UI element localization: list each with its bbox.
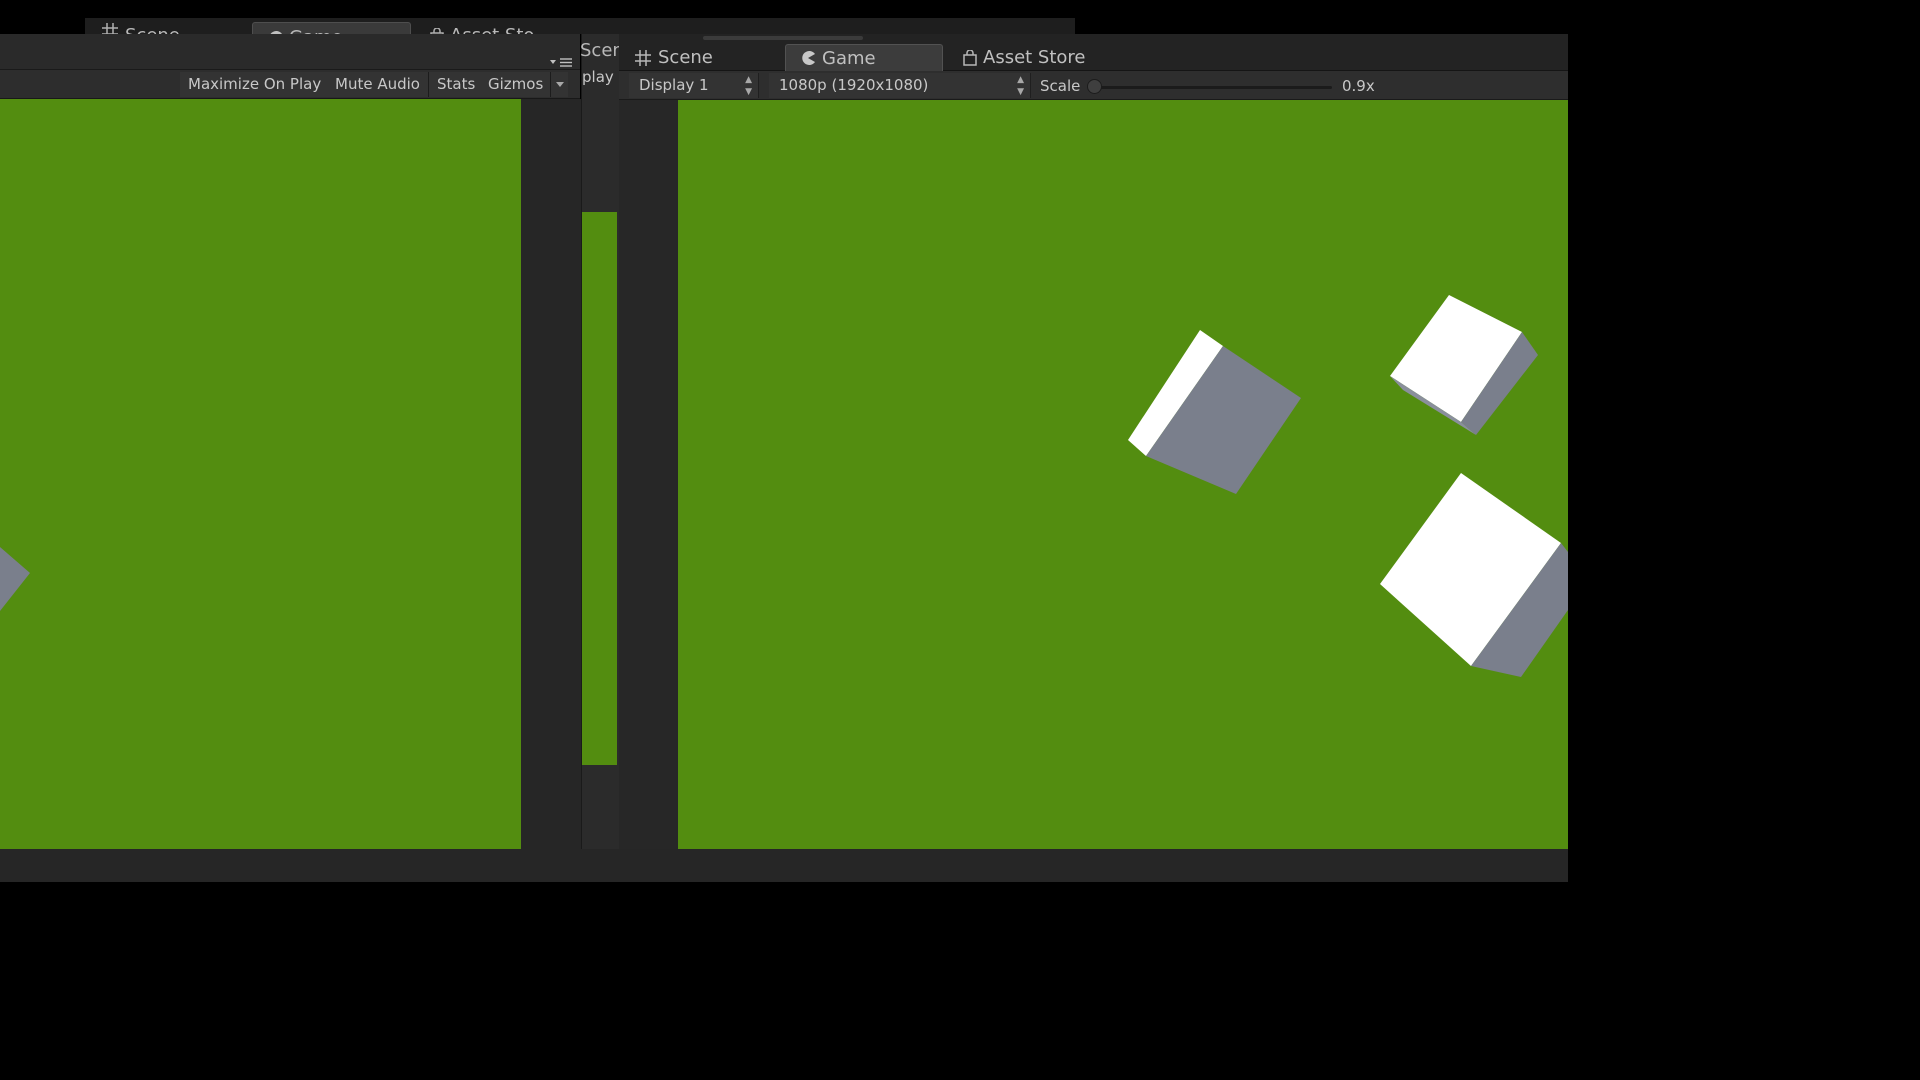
tab-label: Game (822, 47, 876, 69)
resolution-select-value: 1080p (1920x1080) (779, 76, 929, 94)
tab-scene[interactable]: Scene (634, 44, 713, 71)
cube-3 (1380, 473, 1568, 677)
tab-drag-handle[interactable] (703, 36, 863, 40)
tab-label: Scene (658, 47, 713, 68)
resolution-select[interactable]: 1080p (1920x1080) ▲ ▼ (769, 73, 1031, 98)
cube-1 (1128, 330, 1301, 494)
back-tab-game[interactable]: Game (252, 22, 411, 34)
display-select[interactable]: Display 1 ▲ ▼ (629, 73, 759, 98)
select-arrows-icon: ▲ ▼ (745, 74, 752, 97)
left-panel-header (0, 34, 580, 70)
gizmos-dropdown-button[interactable] (550, 72, 568, 97)
scale-slider-track[interactable] (1094, 86, 1332, 89)
back-window-tab-bar: Scene Game Asset Sto (85, 18, 1075, 34)
tab-label: Asset Store (983, 47, 1086, 68)
back-tab-label: Scene (125, 22, 180, 34)
left-panel-gutter (521, 99, 581, 849)
middle-game-view[interactable] (582, 212, 617, 765)
game-scene (1128, 295, 1568, 677)
scene-grid-icon (101, 22, 119, 34)
back-tab-label: Game (289, 24, 343, 34)
bottom-status-bar (0, 849, 1568, 882)
asset-store-bag-icon (963, 49, 977, 66)
chevron-down-icon (556, 78, 564, 90)
mute-audio-button[interactable]: Mute Audio (327, 72, 429, 97)
unity-editor: Scene Game Asset Sto Maximize On Play Mu… (0, 0, 1568, 882)
gizmos-button[interactable]: Gizmos (480, 72, 552, 97)
scale-label: Scale (1040, 77, 1081, 95)
scale-slider-thumb[interactable] (1087, 79, 1102, 94)
back-tab-scene[interactable]: Scene (101, 22, 180, 34)
right-panel-gutter (619, 100, 678, 849)
select-arrows-icon: ▲ ▼ (1017, 74, 1024, 97)
game-view[interactable] (678, 100, 1568, 849)
cube-2 (1390, 295, 1538, 435)
left-cube-fragment (0, 547, 30, 611)
scale-value: 0.9x (1342, 77, 1375, 95)
back-tab-label: Asset Sto (450, 22, 534, 34)
scene-grid-icon (634, 49, 652, 67)
game-pacman-icon (800, 50, 816, 66)
stats-button[interactable]: Stats (429, 72, 485, 97)
tab-asset-store[interactable]: Asset Store (963, 44, 1086, 71)
left-game-view[interactable] (0, 99, 521, 849)
back-tab-asset-store[interactable]: Asset Sto (430, 22, 534, 34)
tab-game[interactable]: Game (785, 44, 943, 71)
display-select-value: Display 1 (639, 76, 709, 94)
maximize-on-play-button[interactable]: Maximize On Play (180, 72, 331, 97)
middle-toolbar-fragment[interactable]: play (582, 68, 614, 86)
middle-tab-fragment[interactable]: Scen (580, 40, 624, 61)
panel-menu-icon[interactable] (550, 56, 574, 70)
